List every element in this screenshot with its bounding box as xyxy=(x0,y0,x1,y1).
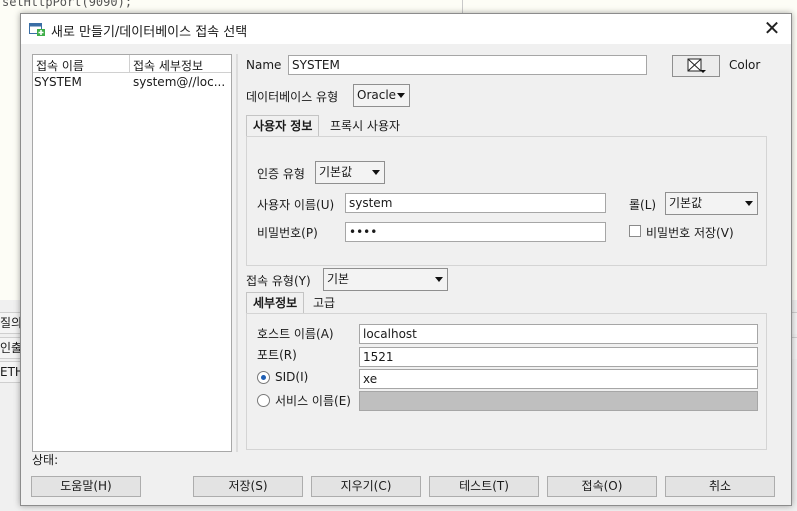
clear-button[interactable]: 지우기(C) xyxy=(311,476,421,497)
service-name-label: 서비스 이름(E) xyxy=(275,394,351,408)
code-line: setHttpPort(9090); xyxy=(2,0,133,9)
tab-details[interactable]: 세부정보 xyxy=(246,292,305,314)
auth-type-label: 인증 유형 xyxy=(257,167,305,181)
auth-type-select[interactable]: 기본값 xyxy=(315,161,385,184)
sid-radio[interactable] xyxy=(257,371,270,384)
connection-name: SYSTEM xyxy=(34,75,82,89)
chevron-down-icon xyxy=(435,277,443,282)
dialog-title: 새로 만들기/데이터베이스 접속 선택 xyxy=(51,25,248,40)
column-separator[interactable] xyxy=(129,55,130,73)
db-type-value: Oracle xyxy=(357,88,397,102)
tab-user-info[interactable]: 사용자 정보 xyxy=(246,115,320,137)
host-label: 호스트 이름(A) xyxy=(257,327,334,341)
status-label: 상태: xyxy=(32,453,59,467)
tab-advanced[interactable]: 고급 xyxy=(307,293,341,315)
sid-field[interactable]: xe xyxy=(359,369,758,389)
cancel-button[interactable]: 취소 xyxy=(665,476,775,497)
service-name-radio[interactable] xyxy=(257,394,270,407)
new-connection-dialog: 새로 만들기/데이터베이스 접속 선택 ✕ 접속 이름 접속 세부정보 SYST… xyxy=(20,13,792,506)
service-name-field xyxy=(359,391,758,411)
test-button[interactable]: 테스트(T) xyxy=(429,476,539,497)
chevron-down-icon xyxy=(397,93,405,98)
role-label: 롤(L) xyxy=(629,198,657,212)
bg-side-row: ETH xyxy=(0,361,20,383)
host-field[interactable]: localhost xyxy=(359,324,758,344)
connection-details: system@//loc... xyxy=(133,75,226,89)
name-label: Name xyxy=(246,58,282,72)
color-swatch-icon xyxy=(687,58,706,73)
conn-type-value: 기본 xyxy=(327,272,350,286)
conn-type-label: 접속 유형(Y) xyxy=(246,274,311,288)
role-value: 기본값 xyxy=(669,196,703,210)
conn-type-select[interactable]: 기본 xyxy=(323,268,448,291)
close-button[interactable]: ✕ xyxy=(759,17,785,41)
sid-label: SID(I) xyxy=(275,370,309,384)
save-password-checkbox[interactable] xyxy=(629,225,641,237)
title-bar: 새로 만들기/데이터베이스 접속 선택 ✕ xyxy=(21,14,791,44)
connection-row[interactable]: SYSTEM system@//loc... xyxy=(33,74,231,92)
color-label: Color xyxy=(729,58,761,72)
chevron-down-icon xyxy=(372,170,380,175)
bg-side-row: 인출 xyxy=(0,337,20,359)
connection-list[interactable]: 접속 이름 접속 세부정보 SYSTEM system@//loc... xyxy=(32,54,232,452)
name-field[interactable]: SYSTEM xyxy=(288,55,647,75)
role-select[interactable]: 기본값 xyxy=(665,192,758,215)
column-header-details[interactable]: 접속 세부정보 xyxy=(133,57,203,74)
connect-button[interactable]: 접속(O) xyxy=(547,476,657,497)
port-field[interactable]: 1521 xyxy=(359,347,758,367)
port-label: 포트(R) xyxy=(257,348,297,362)
username-field[interactable]: system xyxy=(345,193,606,213)
username-label: 사용자 이름(U) xyxy=(257,198,335,212)
bg-side-row: 질의 xyxy=(0,312,20,334)
password-field[interactable]: •••• xyxy=(345,222,606,242)
db-type-select[interactable]: Oracle xyxy=(353,84,410,107)
editor-divider xyxy=(462,0,463,14)
save-password-label: 비밀번호 저장(V) xyxy=(646,226,734,240)
auth-type-value: 기본값 xyxy=(319,165,353,179)
column-header-name[interactable]: 접속 이름 xyxy=(36,57,84,74)
database-connection-icon xyxy=(29,23,45,36)
help-button[interactable]: 도움말(H) xyxy=(31,476,141,497)
chevron-down-icon xyxy=(745,201,753,206)
db-type-label: 데이터베이스 유형 xyxy=(246,90,339,104)
color-picker-button[interactable] xyxy=(672,55,720,77)
connection-list-header: 접속 이름 접속 세부정보 xyxy=(33,55,231,73)
save-button[interactable]: 저장(S) xyxy=(193,476,303,497)
tab-proxy-user[interactable]: 프록시 사용자 xyxy=(324,116,406,138)
password-label: 비밀번호(P) xyxy=(257,226,318,240)
panel-splitter[interactable] xyxy=(236,54,238,452)
